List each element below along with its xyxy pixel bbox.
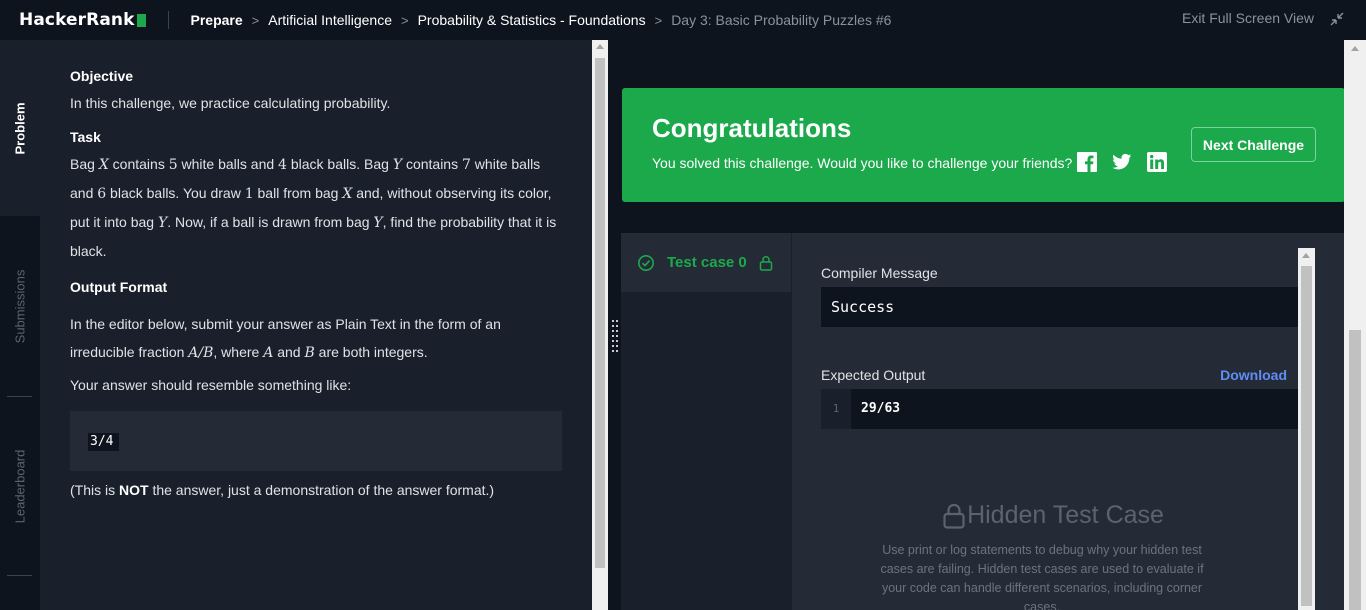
task-text: Bag X contains 5 white balls and 4 black…	[70, 156, 557, 259]
congratulations-title: Congratulations	[652, 113, 852, 143]
hidden-test-case-title: Hidden Test Case	[792, 501, 1345, 530]
test-case-0-tab[interactable]: Test case 0	[621, 233, 791, 292]
top-divider	[167, 11, 169, 29]
chevron-right-icon: >	[401, 12, 409, 28]
twitter-icon[interactable]	[1112, 152, 1132, 172]
scrollbar-thumb[interactable]	[595, 58, 605, 568]
facebook-icon[interactable]	[1077, 152, 1097, 172]
hackerrank-logo[interactable]: HackerRank	[19, 10, 146, 30]
pane-resize-handle-icon[interactable]	[612, 320, 618, 352]
expected-output-value: 29/63	[861, 401, 901, 416]
test-case-detail: Compiler Message Success Expected Output…	[792, 233, 1345, 610]
tab-submissions[interactable]: Submissions	[0, 216, 40, 396]
lock-icon	[943, 503, 965, 529]
congratulations-banner: Congratulations You solved this challeng…	[622, 88, 1345, 202]
top-bar: HackerRank Prepare > Artificial Intellig…	[0, 0, 1366, 40]
problem-scrollbar[interactable]	[592, 40, 608, 610]
tab-leaderboard-label: Leaderboard	[12, 449, 28, 523]
example-answer: 3/4	[88, 433, 120, 451]
scrollbar-thumb[interactable]	[1349, 330, 1361, 610]
objective-heading: Objective	[70, 68, 134, 84]
logo-text: HackerRank	[19, 10, 135, 30]
breadcrumb-prepare[interactable]: Prepare	[191, 12, 243, 28]
scroll-up-arrow-icon[interactable]	[1302, 253, 1310, 258]
line-number: 1	[821, 389, 851, 429]
left-rail: Problem Submissions Leaderboard	[0, 40, 40, 610]
scrollbar-thumb[interactable]	[1301, 266, 1312, 606]
check-circle-icon	[638, 254, 654, 271]
breadcrumb: Prepare > Artificial Intelligence > Prob…	[191, 12, 892, 28]
congratulations-message: You solved this challenge. Would you lik…	[652, 155, 1073, 171]
expected-output-label: Expected Output	[821, 367, 926, 383]
output-format-text: In the editor below, submit your answer …	[70, 316, 501, 361]
test-case-list: Test case 0	[621, 233, 791, 610]
tab-problem[interactable]: Problem	[0, 40, 40, 216]
results-inner-scrollbar[interactable]	[1298, 248, 1315, 610]
tab-leaderboard[interactable]: Leaderboard	[0, 397, 40, 575]
chevron-right-icon: >	[251, 12, 260, 28]
problem-statement: Objective In this challenge, we practice…	[40, 40, 592, 610]
logo-square	[136, 13, 146, 27]
collapse-fullscreen-icon[interactable]	[1328, 10, 1346, 28]
task-heading: Task	[70, 129, 101, 145]
next-challenge-button[interactable]: Next Challenge	[1191, 127, 1316, 162]
objective-text: In this challenge, we practice calculati…	[70, 95, 391, 111]
scroll-up-arrow-icon[interactable]	[596, 44, 604, 49]
tab-submissions-label: Submissions	[12, 269, 28, 343]
results-scrollbar[interactable]	[1344, 40, 1366, 610]
compiler-message-label: Compiler Message	[821, 265, 938, 281]
lock-icon	[759, 255, 773, 271]
linkedin-icon[interactable]	[1147, 152, 1167, 172]
format-note: (This is NOT the answer, just a demonstr…	[70, 482, 495, 498]
test-case-label: Test case 0	[667, 254, 747, 271]
hidden-test-case-text: Hidden Test Case	[967, 501, 1164, 529]
test-results-panel: Test case 0 Compiler Message Success Exp…	[621, 233, 1345, 610]
scroll-up-arrow-icon[interactable]	[1351, 46, 1359, 51]
exit-fullscreen-link[interactable]: Exit Full Screen View	[1182, 10, 1314, 26]
chevron-right-icon: >	[654, 12, 663, 28]
download-link[interactable]: Download	[1220, 367, 1287, 383]
resemble-text: Your answer should resemble something li…	[70, 377, 352, 393]
expected-output-box: 1 29/63	[821, 389, 1301, 429]
output-format-heading: Output Format	[70, 279, 168, 295]
rail-divider	[7, 575, 32, 576]
breadcrumb-artificial-intelligence[interactable]: Artificial Intelligence	[268, 12, 392, 28]
example-code-block: 3/4	[70, 411, 562, 471]
tab-problem-label: Problem	[12, 101, 28, 155]
hidden-test-case-description: Use print or log statements to debug why…	[880, 543, 1204, 610]
breadcrumb-current-challenge: Day 3: Basic Probability Puzzles #6	[671, 12, 892, 28]
compiler-message-box: Success	[821, 287, 1301, 327]
breadcrumb-probability-statistics[interactable]: Probability & Statistics - Foundations	[418, 12, 646, 28]
